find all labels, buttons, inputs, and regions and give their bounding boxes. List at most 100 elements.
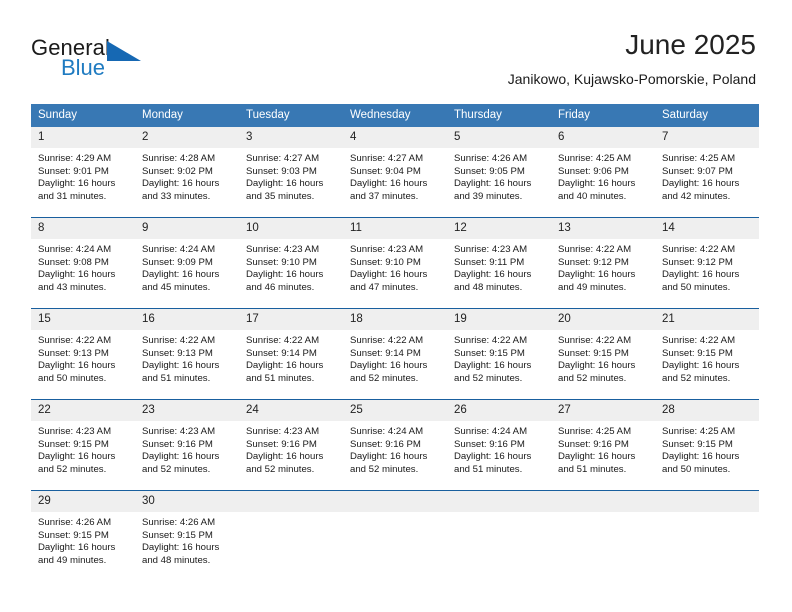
sunrise-text: Sunrise: 4:23 AM [350,244,424,255]
day-number[interactable]: 12 [447,218,551,239]
day-detail: Sunrise: 4:23 AM Sunset: 9:10 PM Dayligh… [343,239,447,308]
sunset-text: Sunset: 9:12 PM [558,256,629,268]
daylight-text-line1: Daylight: 16 hours [350,178,428,190]
weekday-header-tuesday: Tuesday [246,109,290,121]
day-number[interactable]: 8 [31,218,135,239]
sunset-text: Sunset: 9:02 PM [142,165,213,177]
sunrise-text: Sunrise: 4:22 AM [558,335,632,346]
daylight-text-line2: and 52 minutes. [38,463,107,475]
day-detail: Sunrise: 4:24 AM Sunset: 9:08 PM Dayligh… [31,239,135,308]
day-detail: Sunrise: 4:23 AM Sunset: 9:16 PM Dayligh… [135,421,239,490]
day-number[interactable]: 13 [551,218,655,239]
daylight-text-line2: and 50 minutes. [662,281,731,293]
daylight-text-line2: and 51 minutes. [454,463,523,475]
day-number[interactable]: 14 [655,218,759,239]
day-detail: Sunrise: 4:26 AM Sunset: 9:15 PM Dayligh… [31,512,135,581]
sunset-text: Sunset: 9:12 PM [662,256,733,268]
daylight-text-line1: Daylight: 16 hours [246,178,324,190]
sunrise-text: Sunrise: 4:25 AM [662,153,736,164]
day-number[interactable]: 21 [655,309,759,330]
sunset-text: Sunset: 9:16 PM [246,438,317,450]
day-number[interactable]: 26 [447,400,551,421]
day-detail: Sunrise: 4:22 AM Sunset: 9:15 PM Dayligh… [655,330,759,399]
daylight-text-line1: Daylight: 16 hours [558,360,636,372]
day-detail: Sunrise: 4:22 AM Sunset: 9:12 PM Dayligh… [655,239,759,308]
day-number[interactable]: 10 [239,218,343,239]
day-number[interactable]: 27 [551,400,655,421]
week-info-band: Sunrise: 4:22 AM Sunset: 9:13 PM Dayligh… [31,330,759,399]
daylight-text-line2: and 40 minutes. [558,190,627,202]
sunset-text: Sunset: 9:15 PM [662,347,733,359]
day-number-empty [447,491,551,512]
sunrise-text: Sunrise: 4:24 AM [350,426,424,437]
daylight-text-line2: and 33 minutes. [142,190,211,202]
daylight-text-line1: Daylight: 16 hours [246,360,324,372]
daylight-text-line1: Daylight: 16 hours [246,451,324,463]
daylight-text-line1: Daylight: 16 hours [662,178,740,190]
day-number[interactable]: 1 [31,127,135,148]
day-number[interactable]: 9 [135,218,239,239]
day-number[interactable]: 30 [135,491,239,512]
day-number[interactable]: 24 [239,400,343,421]
day-number[interactable]: 5 [447,127,551,148]
day-number[interactable]: 29 [31,491,135,512]
sunset-text: Sunset: 9:15 PM [662,438,733,450]
day-number[interactable]: 7 [655,127,759,148]
day-number[interactable]: 11 [343,218,447,239]
day-detail-empty [655,512,759,581]
sunrise-text: Sunrise: 4:26 AM [454,153,528,164]
day-number[interactable]: 2 [135,127,239,148]
day-number[interactable]: 6 [551,127,655,148]
daylight-text-line2: and 52 minutes. [662,372,731,384]
week-date-band: 1 2 3 4 5 6 7 [31,127,759,148]
daylight-text-line1: Daylight: 16 hours [350,360,428,372]
day-number[interactable]: 17 [239,309,343,330]
day-detail: Sunrise: 4:25 AM Sunset: 9:16 PM Dayligh… [551,421,655,490]
day-number[interactable]: 18 [343,309,447,330]
day-number[interactable]: 22 [31,400,135,421]
day-detail: Sunrise: 4:22 AM Sunset: 9:12 PM Dayligh… [551,239,655,308]
day-number[interactable]: 28 [655,400,759,421]
daylight-text-line2: and 50 minutes. [662,463,731,475]
day-detail: Sunrise: 4:22 AM Sunset: 9:15 PM Dayligh… [551,330,655,399]
day-detail: Sunrise: 4:26 AM Sunset: 9:15 PM Dayligh… [135,512,239,581]
sunrise-text: Sunrise: 4:22 AM [662,335,736,346]
week-row: 22 23 24 25 26 27 28 Sunrise: 4:23 AM Su… [31,399,759,490]
sunset-text: Sunset: 9:10 PM [246,256,317,268]
sunset-text: Sunset: 9:10 PM [350,256,421,268]
sunrise-text: Sunrise: 4:23 AM [454,244,528,255]
day-number[interactable]: 16 [135,309,239,330]
daylight-text-line2: and 49 minutes. [558,281,627,293]
day-detail: Sunrise: 4:24 AM Sunset: 9:16 PM Dayligh… [447,421,551,490]
day-number[interactable]: 4 [343,127,447,148]
daylight-text-line2: and 50 minutes. [38,372,107,384]
daylight-text-line1: Daylight: 16 hours [246,269,324,281]
daylight-text-line1: Daylight: 16 hours [142,542,220,554]
day-detail-empty [343,512,447,581]
daylight-text-line1: Daylight: 16 hours [38,360,116,372]
sunset-text: Sunset: 9:13 PM [142,347,213,359]
day-number[interactable]: 15 [31,309,135,330]
daylight-text-line1: Daylight: 16 hours [38,542,116,554]
week-info-band: Sunrise: 4:29 AM Sunset: 9:01 PM Dayligh… [31,148,759,217]
sunset-text: Sunset: 9:14 PM [246,347,317,359]
week-info-band: Sunrise: 4:26 AM Sunset: 9:15 PM Dayligh… [31,512,759,581]
general-blue-logo[interactable]: General Blue [31,36,221,88]
day-number[interactable]: 23 [135,400,239,421]
daylight-text-line2: and 35 minutes. [246,190,315,202]
day-number[interactable]: 3 [239,127,343,148]
day-number[interactable]: 25 [343,400,447,421]
daylight-text-line1: Daylight: 16 hours [662,451,740,463]
sunrise-text: Sunrise: 4:26 AM [142,517,216,528]
sunrise-text: Sunrise: 4:29 AM [38,153,112,164]
day-number-empty [343,491,447,512]
week-row: 15 16 17 18 19 20 21 Sunrise: 4:22 AM Su… [31,308,759,399]
sunset-text: Sunset: 9:09 PM [142,256,213,268]
daylight-text-line2: and 48 minutes. [142,554,211,566]
sunrise-text: Sunrise: 4:27 AM [350,153,424,164]
sunrise-text: Sunrise: 4:22 AM [142,335,216,346]
day-number[interactable]: 19 [447,309,551,330]
day-number[interactable]: 20 [551,309,655,330]
day-detail-empty [239,512,343,581]
daylight-text-line1: Daylight: 16 hours [142,451,220,463]
